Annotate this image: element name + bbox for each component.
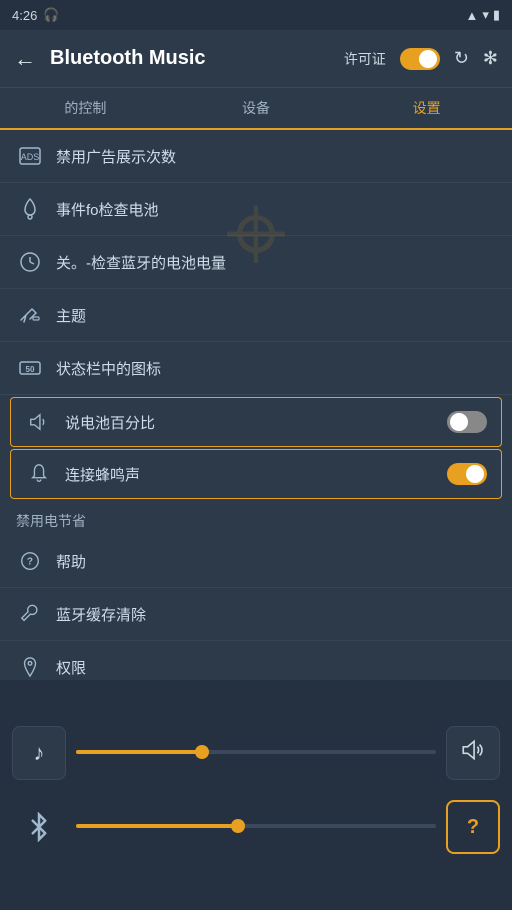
setting-status-icon[interactable]: 50 状态栏中的图标 <box>0 342 512 395</box>
setting-theme[interactable]: 主题 <box>0 289 512 342</box>
setting-ads[interactable]: ADS 禁用广告展示次数 <box>0 130 512 183</box>
tab-devices[interactable]: 设备 <box>171 88 342 128</box>
help-icon: ? <box>16 547 44 575</box>
volume-button[interactable] <box>446 726 500 780</box>
refresh-icon[interactable]: ↻ <box>454 48 469 69</box>
bt-player-icon <box>12 812 66 842</box>
status-left: 4:26 🎧 <box>12 7 60 23</box>
battery-icon: ▮ <box>493 7 500 23</box>
wifi-icon: ▾ <box>482 7 489 23</box>
ads-icon: ADS <box>16 142 44 170</box>
setting-clear-cache[interactable]: 蓝牙缓存清除 <box>0 588 512 641</box>
bluetooth-header-icon[interactable]: ✻ <box>483 48 498 69</box>
settings-list: ADS 禁用广告展示次数 事件fo检查电池 关。-检查蓝牙的电池电量 <box>0 130 512 694</box>
status-time: 4:26 <box>12 8 37 23</box>
location-icon <box>16 653 44 681</box>
help-label: 帮助 <box>56 551 496 572</box>
volume-slider-container[interactable] <box>76 750 436 756</box>
volume-fill <box>76 750 202 754</box>
ads-label: 禁用广告展示次数 <box>56 146 496 167</box>
help-btn-icon: ? <box>467 816 479 839</box>
theme-icon <box>16 301 44 329</box>
clock-icon <box>16 248 44 276</box>
setting-help[interactable]: ? 帮助 <box>0 535 512 588</box>
statusbar-icon: 50 <box>16 354 44 382</box>
connect-beep-toggle[interactable] <box>447 463 487 485</box>
power-save-section: 禁用电节省 <box>0 501 512 535</box>
permission-toggle[interactable] <box>400 48 440 70</box>
status-bar: 4:26 🎧 ▲ ▾ ▮ <box>0 0 512 30</box>
permissions-label: 权限 <box>56 657 496 678</box>
back-button[interactable]: ← <box>14 46 36 72</box>
svg-text:50: 50 <box>26 365 35 374</box>
theme-label: 主题 <box>56 305 496 326</box>
event-icon <box>16 195 44 223</box>
music-note-icon: ♪ <box>34 740 45 766</box>
permission-label: 许可证 <box>344 49 386 69</box>
player-row-1: ♪ <box>12 726 500 780</box>
setting-event[interactable]: 事件fo检查电池 <box>0 183 512 236</box>
clear-cache-label: 蓝牙缓存清除 <box>56 604 496 625</box>
volume-icon <box>460 737 486 769</box>
page-title: Bluetooth Music <box>50 47 344 70</box>
tabs: 的控制 设备 设置 <box>0 88 512 130</box>
help-button[interactable]: ? <box>446 800 500 854</box>
say-battery-toggle[interactable] <box>447 411 487 433</box>
battery-check-label: 关。-检查蓝牙的电池电量 <box>56 252 496 273</box>
music-note-button[interactable]: ♪ <box>12 726 66 780</box>
say-battery-label: 说电池百分比 <box>65 412 435 433</box>
signal-icon: ▲ <box>465 8 478 23</box>
volume-thumb[interactable] <box>195 745 209 759</box>
wrench-icon <box>16 600 44 628</box>
status-icon-label: 状态栏中的图标 <box>56 358 496 379</box>
bottom-player: ♪ <box>0 680 512 910</box>
tab-settings[interactable]: 设置 <box>341 88 512 128</box>
bt-track <box>76 824 436 828</box>
tab-controls[interactable]: 的控制 <box>0 88 171 128</box>
bt-thumb[interactable] <box>231 819 245 833</box>
bt-fill <box>76 824 238 828</box>
setting-say-battery[interactable]: 说电池百分比 <box>10 397 502 447</box>
bt-slider-container[interactable] <box>76 824 436 830</box>
speaker-icon <box>25 408 53 436</box>
header-right: 许可证 ↻ ✻ <box>344 48 498 70</box>
status-right: ▲ ▾ ▮ <box>465 7 500 23</box>
event-label: 事件fo检查电池 <box>56 199 496 220</box>
svg-text:?: ? <box>27 557 33 568</box>
svg-text:ADS: ADS <box>21 152 40 162</box>
setting-connect-beep[interactable]: 连接蜂鸣声 <box>10 449 502 499</box>
header: ← Bluetooth Music 许可证 ↻ ✻ <box>0 30 512 88</box>
connect-beep-label: 连接蜂鸣声 <box>65 464 435 485</box>
bell-icon <box>25 460 53 488</box>
headphone-icon: 🎧 <box>43 7 59 23</box>
setting-battery-check[interactable]: 关。-检查蓝牙的电池电量 <box>0 236 512 289</box>
volume-track <box>76 750 436 754</box>
player-row-2: ? <box>12 800 500 854</box>
